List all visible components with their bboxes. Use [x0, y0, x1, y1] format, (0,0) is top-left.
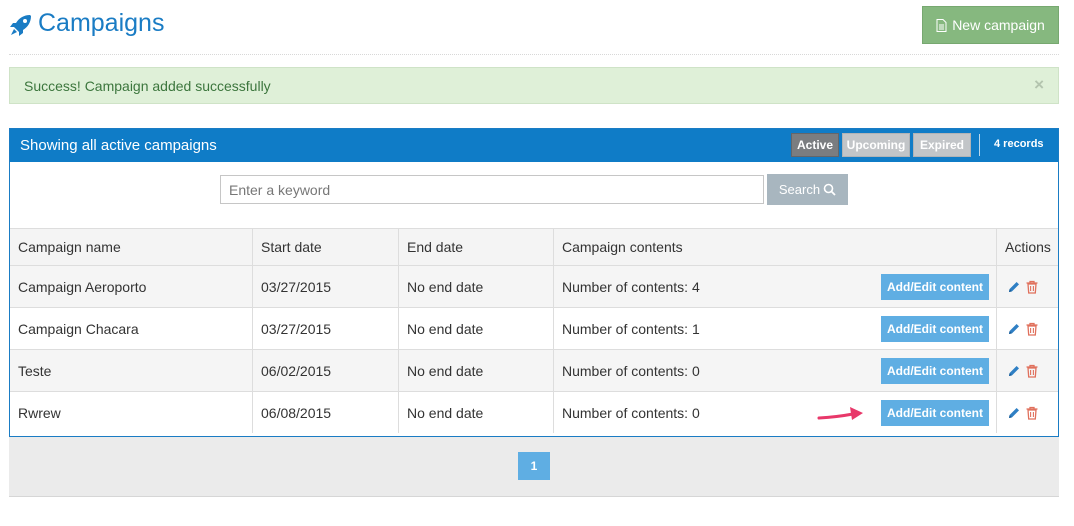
pencil-icon[interactable] — [1007, 364, 1021, 378]
column-header: Campaign name — [18, 239, 121, 255]
panel-header: Showing all active campaigns Active Upco… — [10, 129, 1058, 162]
end-date-cell: No end date — [398, 266, 553, 307]
trash-icon[interactable] — [1025, 406, 1039, 420]
page-title: Campaigns — [38, 9, 165, 37]
search-button-label: Search — [778, 182, 821, 197]
table-row: Campaign Chacara 03/27/2015 No end date … — [10, 307, 1058, 349]
table-header: Campaign name Start date End date Campai… — [10, 228, 1058, 265]
pagination-bar: 1 — [9, 437, 1059, 497]
pencil-icon[interactable] — [1007, 406, 1021, 420]
trash-icon[interactable] — [1025, 364, 1039, 378]
campaigns-table: Campaign name Start date End date Campai… — [10, 228, 1058, 433]
records-count: 4 records — [994, 138, 1044, 150]
start-date-cell: 06/08/2015 — [252, 392, 398, 433]
column-header: Actions — [996, 229, 1058, 265]
search-input[interactable] — [220, 175, 764, 204]
contents-cell: Number of contents: 1 Add/Edit content — [553, 308, 996, 349]
actions-cell — [996, 266, 1058, 307]
actions-cell — [996, 308, 1058, 349]
add-edit-content-button[interactable]: Add/Edit content — [881, 274, 989, 300]
filter-active-button[interactable]: Active — [791, 133, 839, 157]
filter-expired-button[interactable]: Expired — [913, 133, 971, 157]
success-alert: Success! Campaign added successfully × — [9, 67, 1059, 104]
end-date-cell: No end date — [398, 392, 553, 433]
contents-count: Number of contents: 0 — [562, 404, 700, 421]
column-header: Start date — [252, 229, 398, 265]
column-header: End date — [398, 229, 553, 265]
pencil-icon[interactable] — [1007, 322, 1021, 336]
campaign-name-cell: Campaign Aeroporto — [18, 278, 147, 295]
document-icon — [936, 18, 947, 32]
campaigns-panel: Showing all active campaigns Active Upco… — [9, 128, 1059, 437]
start-date-cell: 03/27/2015 — [252, 308, 398, 349]
contents-count: Number of contents: 4 — [562, 278, 700, 295]
contents-count: Number of contents: 0 — [562, 362, 700, 379]
end-date-cell: No end date — [398, 350, 553, 391]
page-1-button[interactable]: 1 — [518, 452, 550, 480]
new-campaign-label: New campaign — [952, 17, 1045, 33]
actions-cell — [996, 392, 1058, 433]
rocket-icon — [10, 15, 31, 36]
campaign-name-cell: Campaign Chacara — [18, 320, 139, 337]
header-divider — [979, 134, 980, 156]
arrow-icon — [817, 407, 863, 420]
trash-icon[interactable] — [1025, 280, 1039, 294]
start-date-cell: 03/27/2015 — [252, 266, 398, 307]
pencil-icon[interactable] — [1007, 280, 1021, 294]
alert-message: Success! Campaign added successfully — [24, 78, 271, 94]
search-icon — [823, 183, 836, 196]
column-header: Campaign contents — [553, 229, 996, 265]
page-header: Campaigns New campaign — [9, 0, 1059, 55]
campaign-name-cell: Rwrew — [18, 404, 61, 421]
close-icon[interactable]: × — [1034, 75, 1044, 95]
contents-cell: Number of contents: 0 Add/Edit content — [553, 350, 996, 391]
contents-count: Number of contents: 1 — [562, 320, 700, 337]
new-campaign-button[interactable]: New campaign — [922, 6, 1059, 44]
campaign-name-cell: Teste — [18, 362, 52, 379]
filter-upcoming-button[interactable]: Upcoming — [842, 133, 910, 157]
panel-title: Showing all active campaigns — [20, 137, 217, 154]
table-row: Rwrew 06/08/2015 No end date Number of c… — [10, 391, 1058, 433]
add-edit-content-button[interactable]: Add/Edit content — [881, 400, 989, 426]
search-button[interactable]: Search — [767, 174, 848, 205]
actions-cell — [996, 350, 1058, 391]
table-row: Campaign Aeroporto 03/27/2015 No end dat… — [10, 265, 1058, 307]
add-edit-content-button[interactable]: Add/Edit content — [881, 358, 989, 384]
table-row: Teste 06/02/2015 No end date Number of c… — [10, 349, 1058, 391]
contents-cell: Number of contents: 4 Add/Edit content — [553, 266, 996, 307]
start-date-cell: 06/02/2015 — [252, 350, 398, 391]
trash-icon[interactable] — [1025, 322, 1039, 336]
add-edit-content-button[interactable]: Add/Edit content — [881, 316, 989, 342]
contents-cell: Number of contents: 0 Add/Edit content — [553, 392, 996, 433]
end-date-cell: No end date — [398, 308, 553, 349]
